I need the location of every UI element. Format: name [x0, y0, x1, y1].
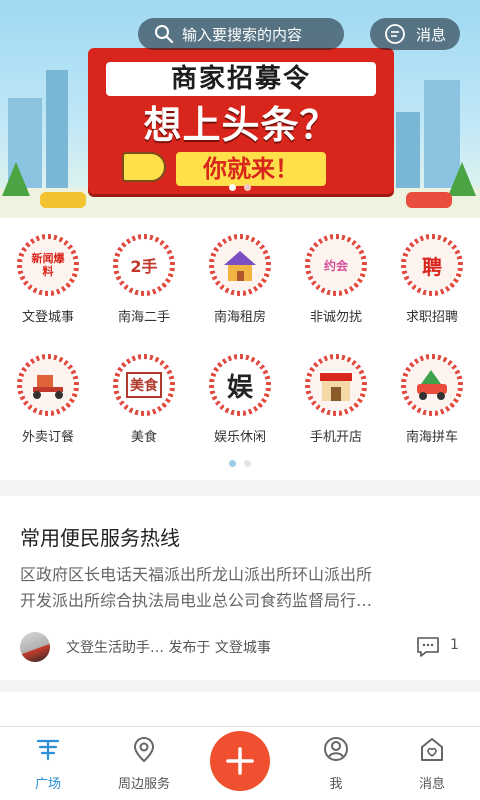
- news-icon-text: 新闻爆料: [31, 252, 65, 278]
- category-grid: 新闻爆料 文登城事 2手 南海二手 南海租房 约会 非诚勿扰 聘 求职招聘 外卖…: [0, 218, 480, 480]
- post-title: 常用便民服务热线: [20, 526, 180, 550]
- category-food[interactable]: 美食 美食: [96, 354, 192, 445]
- tab-label: 我: [329, 777, 343, 792]
- category-label: 南海拼车: [405, 430, 458, 445]
- category-dating[interactable]: 约会 非诚勿扰: [288, 234, 384, 325]
- user-icon: [324, 737, 348, 761]
- category-wendeng-news[interactable]: 新闻爆料 文登城事: [0, 234, 96, 325]
- news-icon: 新闻爆料: [22, 239, 74, 291]
- post-excerpt-line: 开发派出所综合执法局电业总公司食药监督局行…: [20, 591, 373, 610]
- promo-banner[interactable]: 商家招募令 想上头条？ 你就来！ 输入要搜索的内容 消息: [0, 0, 480, 218]
- building: [396, 112, 420, 190]
- category-ring: [17, 354, 79, 416]
- category-entertainment[interactable]: 娱 娱乐休闲: [192, 354, 288, 445]
- comment-count: 1: [450, 637, 459, 653]
- tab-me[interactable]: 我: [288, 735, 384, 792]
- dating-icon: 约会: [310, 239, 362, 291]
- avatar[interactable]: [20, 632, 50, 662]
- post-excerpt: 区政府区长电话天福派出所龙山派出所环山派出所 开发派出所综合执法局电业总公司食药…: [20, 562, 462, 614]
- category-ring: 美食: [113, 354, 175, 416]
- tab-label: 周边服务: [117, 777, 170, 792]
- category-label: 求职招聘: [405, 310, 458, 325]
- square-icon: [36, 739, 60, 761]
- dating-icon-text: 约会: [323, 258, 348, 273]
- category-delivery[interactable]: 外卖订餐: [0, 354, 96, 445]
- poster-main-text: 想上头条？: [143, 103, 339, 147]
- grid-pager: [0, 460, 480, 467]
- poster-headline: 商家招募令: [106, 62, 376, 96]
- car-icon: [406, 192, 452, 208]
- pager-dot: [244, 184, 251, 191]
- tab-label: 消息: [418, 777, 445, 792]
- category-ring: 2手: [113, 234, 175, 296]
- plus-icon: [226, 747, 254, 775]
- category-ring: [209, 234, 271, 296]
- building: [46, 70, 68, 190]
- bottom-tab-bar: 广场 周边服务 我 消息: [0, 726, 480, 800]
- second-hand-icon-text: 2手: [130, 257, 158, 276]
- category-ring: 新闻爆料: [17, 234, 79, 296]
- category-mobile-shop[interactable]: 手机开店: [288, 354, 384, 445]
- category-label: 手机开店: [309, 430, 362, 445]
- category-label: 非诚勿扰: [309, 310, 362, 325]
- location-icon: [133, 736, 155, 763]
- recruit-icon-text: 聘: [422, 254, 442, 279]
- category-ring: 约会: [305, 234, 367, 296]
- house-rent-icon: [214, 239, 266, 291]
- messages-label: 消息: [416, 25, 447, 44]
- banner-pager: [0, 184, 480, 191]
- category-second-hand[interactable]: 2手 南海二手: [96, 234, 192, 325]
- category-house-rent[interactable]: 南海租房: [192, 234, 288, 325]
- carpool-shape: [417, 370, 447, 400]
- delivery-icon: [22, 359, 74, 411]
- category-label: 美食: [130, 430, 157, 445]
- entertainment-icon: 娱: [214, 359, 266, 411]
- storefront-shape: [320, 373, 352, 401]
- search-placeholder: 输入要搜索的内容: [182, 25, 303, 44]
- food-icon: 美食: [118, 359, 170, 411]
- chat-bubble-icon: [385, 24, 405, 44]
- recruit-icon: 聘: [406, 239, 458, 291]
- category-label: 娱乐休闲: [213, 430, 266, 445]
- carpool-icon: [406, 359, 458, 411]
- poster-sub-text: 你就来！: [176, 152, 326, 186]
- post-author[interactable]: 文登生活助手… 发布于 文登城事: [66, 637, 271, 657]
- house-shape: [224, 251, 256, 281]
- search-icon: [155, 25, 174, 44]
- tab-messages[interactable]: 消息: [384, 735, 480, 792]
- tab-square[interactable]: 广场: [0, 735, 96, 792]
- category-label: 南海租房: [213, 310, 266, 325]
- shop-icon: [310, 359, 362, 411]
- category-ring: 聘: [401, 234, 463, 296]
- entertainment-icon-text: 娱: [226, 372, 253, 403]
- pager-dot: [229, 184, 236, 191]
- category-ring: [305, 354, 367, 416]
- recruit-poster: 商家招募令 想上头条？ 你就来！: [88, 48, 394, 194]
- car-icon: [40, 192, 86, 208]
- category-ring: 娱: [209, 354, 271, 416]
- food-icon-text: 美食: [126, 372, 162, 398]
- tab-nearby-services[interactable]: 周边服务: [96, 735, 192, 792]
- category-carpool[interactable]: 南海拼车: [384, 354, 480, 445]
- add-post-button[interactable]: [210, 731, 270, 791]
- megaphone-icon: [122, 152, 166, 182]
- pager-dot: [244, 460, 251, 467]
- post-card[interactable]: 常用便民服务热线 区政府区长电话天福派出所龙山派出所环山派出所 开发派出所综合执…: [0, 496, 480, 680]
- message-icon: [421, 738, 443, 761]
- category-label: 文登城事: [21, 310, 74, 325]
- search-bar[interactable]: 输入要搜索的内容: [138, 18, 344, 50]
- messages-button[interactable]: 消息: [370, 18, 460, 50]
- category-ring: [401, 354, 463, 416]
- tab-label: 广场: [34, 777, 61, 792]
- comment-icon[interactable]: [416, 636, 440, 658]
- pager-dot: [229, 460, 236, 467]
- category-recruit[interactable]: 聘 求职招聘: [384, 234, 480, 325]
- post-excerpt-line: 区政府区长电话天福派出所龙山派出所环山派出所: [20, 565, 373, 584]
- second-hand-icon: 2手: [118, 239, 170, 291]
- category-label: 南海二手: [117, 310, 170, 325]
- category-label: 外卖订餐: [21, 430, 74, 445]
- scooter-shape: [33, 375, 63, 399]
